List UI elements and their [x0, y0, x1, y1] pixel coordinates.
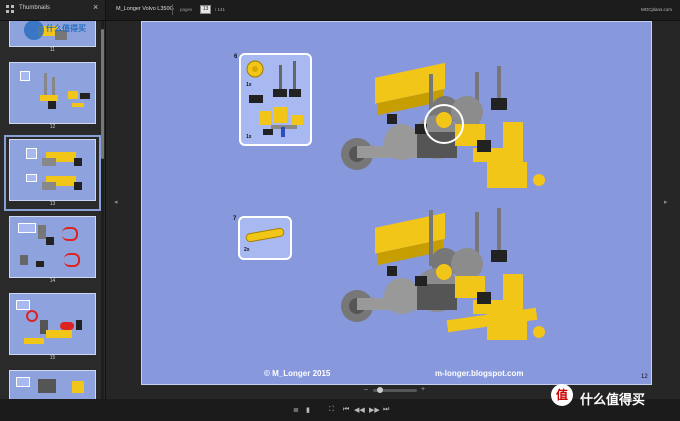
bottom-toolbar	[0, 399, 680, 421]
document-title: M_Longer Volvo L350G	[116, 6, 174, 12]
step-6-model-illustration	[341, 62, 545, 188]
thumbnail-sidebar: 11 什么值得买 12 13 14 15	[0, 21, 106, 399]
toolbar-divider	[172, 4, 173, 15]
thumbnail-item[interactable]	[6, 368, 99, 399]
thumbnail-label: 11	[49, 47, 56, 53]
parts-callout: 1x 1x	[239, 53, 312, 146]
next-page-arrow-icon[interactable]: ▸	[664, 198, 668, 206]
close-icon[interactable]: ×	[93, 2, 98, 12]
website-text: m-longer.blogspot.com	[435, 369, 524, 378]
watermark-logo-icon: 值	[551, 384, 573, 406]
watermark-text: 什么值得买	[46, 24, 86, 33]
zoom-in-button[interactable]: +	[421, 386, 425, 393]
panel-title: Thumbnails	[19, 5, 51, 11]
thumbnail-item[interactable]: 15	[6, 291, 99, 363]
copyright-text: © M_Longer 2015	[264, 369, 331, 378]
prev-page-arrow-icon[interactable]: ◂	[114, 198, 118, 206]
thumbnail-label: 14	[49, 278, 56, 284]
step-7-model-illustration	[341, 208, 545, 340]
page-number-input[interactable]	[200, 5, 211, 14]
page-number: 12	[641, 374, 648, 380]
thumbnail-item[interactable]: 14	[6, 214, 99, 286]
sidebar-header: Thumbnails ×	[0, 0, 106, 20]
thumbnail-image	[9, 62, 96, 124]
zoom-slider-handle[interactable]	[377, 387, 383, 393]
thumbnail-image	[9, 370, 96, 399]
thumbnail-label: 15	[49, 355, 56, 361]
page-total: / 141	[215, 7, 226, 12]
thumbnail-item[interactable]: 11 什么值得买	[6, 21, 99, 55]
thumbnail-label: 12	[49, 124, 56, 130]
bookmark-icon[interactable]: ▮	[306, 406, 310, 414]
next-page-icon[interactable]: ▶▶	[369, 406, 380, 414]
fullscreen-icon[interactable]: ⛶	[329, 406, 334, 414]
quantity-label: 1x	[246, 134, 252, 140]
parts-illustration	[246, 60, 303, 137]
top-toolbar: Thumbnails × M_Longer Volvo L350G pages …	[0, 0, 680, 21]
thumbnail-image	[9, 139, 96, 201]
list-icon[interactable]: ≣	[293, 406, 299, 414]
thumbnail-image	[9, 293, 96, 355]
prev-page-icon[interactable]: ◀◀	[354, 406, 365, 414]
sidebar-scrollbar[interactable]	[101, 21, 104, 399]
last-page-icon[interactable]: ⏭	[383, 406, 389, 414]
step-number: 6	[234, 54, 238, 60]
quantity-label: 1x	[246, 82, 252, 88]
parts-callout: 2x	[238, 216, 292, 260]
thumbnail-item-selected[interactable]: 13	[4, 135, 101, 211]
instruction-page: 6 1x 1x 7 2x © M_Longer 2015 m-longer.bl…	[141, 21, 652, 385]
thumbnail-label: 13	[49, 201, 56, 207]
scrollbar-thumb[interactable]	[101, 29, 104, 159]
thumbnails-grid-icon[interactable]	[6, 5, 15, 14]
thumbnail-item[interactable]: 12	[6, 60, 99, 132]
quantity-label: 2x	[244, 247, 250, 253]
watermark-text: 什么值得买	[580, 392, 646, 407]
zoom-out-button[interactable]: –	[364, 386, 368, 393]
thumbnail-image	[9, 216, 96, 278]
watermark-logo-icon	[24, 21, 44, 40]
step-number: 7	[233, 216, 237, 222]
pages-label: pages	[180, 7, 193, 12]
first-page-icon[interactable]: ⏮	[343, 406, 349, 414]
site-link[interactable]: MOCplans.com	[641, 7, 672, 12]
